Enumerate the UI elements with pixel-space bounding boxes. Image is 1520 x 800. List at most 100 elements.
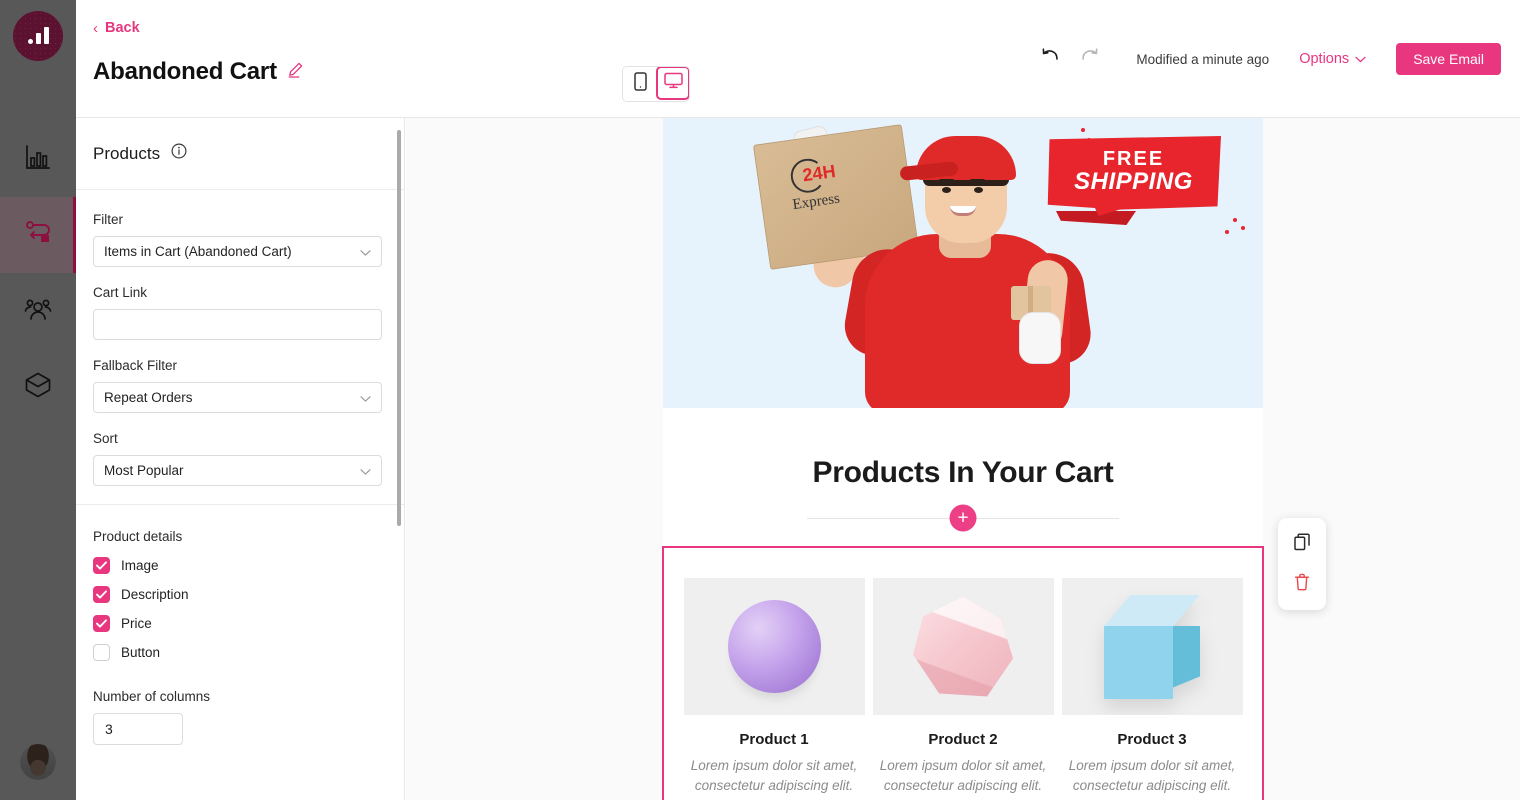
checkbox-label-description: Description: [121, 587, 189, 602]
undo-arrow-icon: [1040, 47, 1062, 72]
sort-select[interactable]: Most Popular: [93, 455, 382, 486]
sidebar-item-journeys[interactable]: [0, 197, 76, 273]
chevron-down-icon: [360, 390, 371, 405]
product-description: Lorem ipsum dolor sit amet, consectetur …: [879, 758, 1047, 794]
left-nav-rail: [0, 0, 76, 800]
undo-button[interactable]: [1032, 40, 1070, 78]
app-logo-icon[interactable]: [13, 11, 63, 61]
filter-select-value: Items in Cart (Abandoned Cart): [104, 244, 292, 259]
panel-header: Products: [76, 118, 404, 190]
plus-circle-icon[interactable]: +: [949, 504, 977, 532]
checkbox-button[interactable]: [93, 644, 110, 661]
email-canvas: 24H Express FREE SHIPPING Products In Yo…: [406, 118, 1520, 800]
sphere-shape-graphic: [727, 600, 821, 693]
checkbox-label-image: Image: [121, 558, 159, 573]
mobile-preview-button[interactable]: [623, 67, 657, 101]
product-name: Product 2: [928, 731, 998, 748]
filter-settings-group: Filter Items in Cart (Abandoned Cart) Ca…: [76, 190, 404, 505]
block-tools-popover: [1278, 518, 1326, 610]
cart-link-field: Cart Link: [93, 285, 387, 340]
promo-line-1: FREE: [1102, 147, 1165, 170]
chevron-down-icon: [360, 463, 371, 478]
fallback-filter-field: Fallback Filter Repeat Orders: [93, 358, 387, 413]
box-badge-top: 24H: [801, 160, 837, 186]
checkbox-row-image[interactable]: Image: [93, 557, 387, 574]
duplicate-block-button[interactable]: [1287, 529, 1317, 559]
redo-arrow-icon: [1078, 47, 1100, 72]
app-root: ‹ Back Abandoned Cart Modified a minute …: [0, 0, 1520, 800]
add-block-divider: +: [663, 490, 1263, 546]
product-card[interactable]: Product 1 Lorem ipsum dolor sit amet, co…: [683, 578, 865, 800]
hero-banner-block[interactable]: 24H Express FREE SHIPPING: [663, 118, 1263, 408]
product-details-heading: Product details: [93, 529, 183, 544]
sort-field: Sort Most Popular: [93, 431, 387, 486]
product-details-group: Product details Image Description Price: [76, 505, 404, 745]
modified-status: Modified a minute ago: [1136, 51, 1270, 67]
device-preview-toggle: [622, 66, 690, 102]
filter-field: Filter Items in Cart (Abandoned Cart): [93, 212, 387, 267]
columns-input[interactable]: [93, 713, 183, 745]
sidebar-item-audience[interactable]: [0, 273, 76, 349]
header-actions: Modified a minute ago Options Save Email: [1032, 0, 1501, 118]
cube-shape-graphic: [1104, 594, 1200, 699]
mobile-phone-icon: [633, 72, 647, 96]
fallback-filter-select[interactable]: Repeat Orders: [93, 382, 382, 413]
sidebar-item-products[interactable]: [0, 349, 76, 425]
page-title: Abandoned Cart: [93, 58, 277, 85]
product-name: Product 1: [739, 731, 809, 748]
settings-panel: Products Filter Items in Cart (Abandoned…: [76, 118, 405, 800]
checkbox-price[interactable]: [93, 615, 110, 632]
info-circle-icon[interactable]: [171, 143, 187, 164]
chevron-left-icon: ‹: [93, 19, 98, 37]
checkbox-image[interactable]: [93, 557, 110, 574]
fallback-filter-label: Fallback Filter: [93, 358, 178, 373]
duplicate-copy-icon: [1293, 532, 1311, 556]
checkbox-label-button: Button: [121, 645, 161, 660]
pencil-edit-icon[interactable]: [287, 61, 304, 83]
product-image: [683, 578, 865, 715]
redo-button[interactable]: [1070, 40, 1108, 78]
cart-link-input[interactable]: [93, 309, 382, 340]
desktop-preview-button[interactable]: [656, 67, 689, 100]
columns-label: Number of columns: [93, 689, 211, 704]
journey-flow-icon: [23, 218, 53, 253]
polyhedron-shape-graphic: [913, 596, 1013, 697]
checkbox-description[interactable]: [93, 586, 110, 603]
save-email-button[interactable]: Save Email: [1396, 43, 1501, 75]
panel-scrollbar[interactable]: [397, 130, 401, 526]
options-label: Options: [1299, 51, 1350, 67]
box-badge-bottom: Express: [791, 190, 841, 214]
rail-item-list: [0, 121, 76, 425]
filter-label: Filter: [93, 212, 123, 227]
checkbox-row-price[interactable]: Price: [93, 615, 387, 632]
sort-select-value: Most Popular: [104, 463, 184, 478]
chevron-down-icon: [1355, 51, 1366, 67]
email-preview: 24H Express FREE SHIPPING Products In Yo…: [662, 118, 1264, 800]
free-shipping-badge: FREE SHIPPING: [1046, 136, 1221, 225]
cart-link-label: Cart Link: [93, 285, 148, 300]
sidebar-item-analytics[interactable]: [0, 121, 76, 197]
fallback-filter-select-value: Repeat Orders: [104, 390, 193, 405]
product-card[interactable]: Product 3 Lorem ipsum dolor sit amet, co…: [1061, 578, 1243, 800]
delete-block-button[interactable]: [1287, 569, 1317, 599]
section-title[interactable]: Products In Your Cart: [663, 408, 1263, 490]
checkbox-row-description[interactable]: Description: [93, 586, 387, 603]
sort-label: Sort: [93, 431, 118, 446]
checkbox-row-button[interactable]: Button: [93, 644, 387, 661]
promo-line-2: SHIPPING: [1074, 167, 1193, 195]
analytics-bar-chart-icon: [24, 143, 52, 176]
audience-people-icon: [23, 294, 53, 329]
avatar[interactable]: [20, 744, 56, 780]
checkbox-label-price: Price: [121, 616, 152, 631]
chevron-down-icon: [360, 244, 371, 259]
back-label: Back: [105, 20, 140, 36]
products-block-selected[interactable]: Product 1 Lorem ipsum dolor sit amet, co…: [662, 546, 1264, 800]
top-header: ‹ Back Abandoned Cart Modified a minute …: [76, 0, 1520, 118]
product-card[interactable]: Product 2 Lorem ipsum dolor sit amet, co…: [872, 578, 1054, 800]
filter-select[interactable]: Items in Cart (Abandoned Cart): [93, 236, 382, 267]
package-box-icon: [24, 371, 52, 404]
back-button[interactable]: ‹ Back: [93, 20, 140, 36]
options-menu-button[interactable]: Options: [1299, 51, 1366, 67]
desktop-monitor-icon: [663, 72, 683, 94]
product-description: Lorem ipsum dolor sit amet, consectetur …: [690, 758, 858, 794]
